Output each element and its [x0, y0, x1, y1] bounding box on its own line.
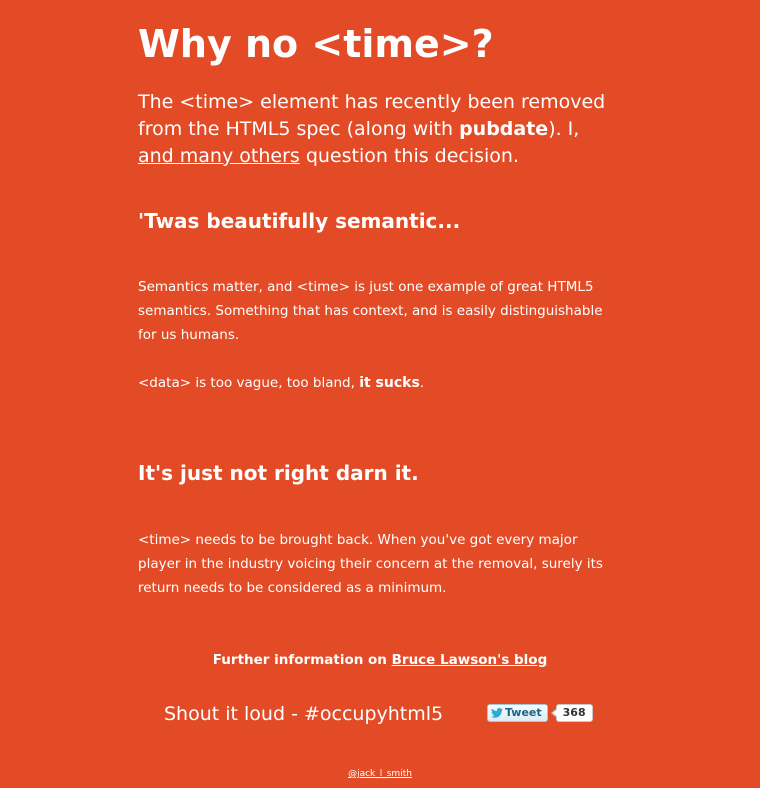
data-paragraph: <data> is too vague, too bland, it sucks… — [138, 371, 616, 395]
twitter-bird-icon — [491, 708, 503, 718]
section-heading-not-right: It's just not right darn it. — [138, 461, 419, 485]
intro-pubdate: pubdate — [459, 118, 549, 140]
tweet-button[interactable]: Tweet — [487, 704, 548, 722]
author-twitter-link[interactable]: @jack_l_smith — [348, 769, 412, 779]
tweet-label: Tweet — [505, 706, 542, 719]
data-paragraph-text: <data> is too vague, too bland, — [138, 375, 360, 391]
shout-text: Shout it loud - #occupyhtml5 — [164, 703, 444, 725]
tweet-widget: Tweet 368 — [487, 703, 593, 723]
and-many-others-link[interactable]: and many others — [138, 145, 300, 167]
section-heading-semantic: 'Twas beautifully semantic... — [138, 209, 461, 233]
tweet-count[interactable]: 368 — [550, 704, 593, 722]
intro-text-2: ). I, — [548, 118, 580, 140]
further-info: Further information on Bruce Lawson's bl… — [0, 648, 760, 672]
page: Why no <time>? The <time> element has re… — [0, 0, 760, 788]
bruce-lawson-blog-link[interactable]: Bruce Lawson's blog — [392, 652, 548, 668]
it-sucks-text: it sucks — [359, 375, 420, 391]
semantics-paragraph: Semantics matter, and <time> is just one… — [138, 279, 603, 343]
data-paragraph-end: . — [419, 375, 425, 391]
page-title: Why no <time>? — [138, 22, 494, 66]
intro-paragraph: The <time> element has recently been rem… — [138, 89, 618, 170]
further-info-text: Further information on — [212, 652, 392, 668]
time-paragraph: <time> needs to be brought back. When yo… — [138, 532, 603, 596]
footer: @jack_l_smith — [0, 767, 760, 781]
intro-text-3: question this decision. — [299, 145, 520, 167]
